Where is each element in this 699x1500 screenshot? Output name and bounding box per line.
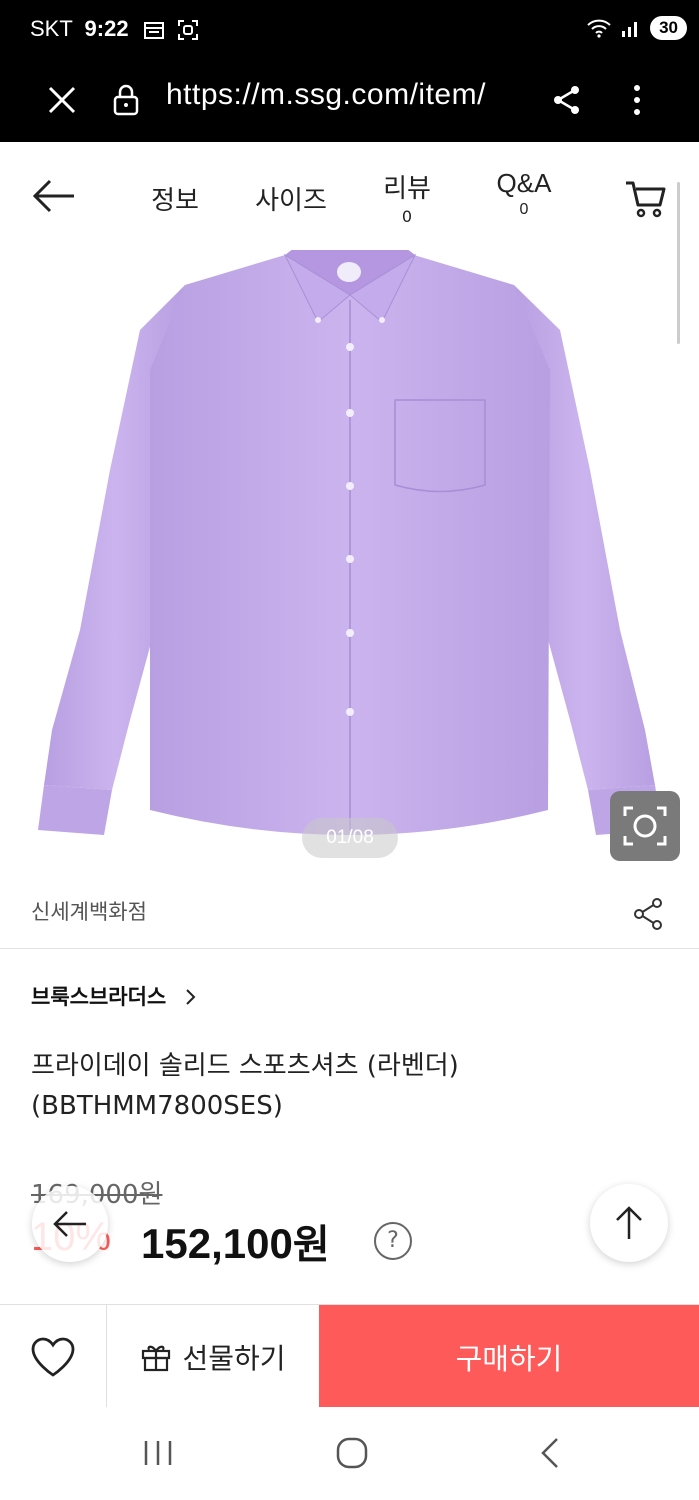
divider — [0, 948, 699, 949]
tab-info[interactable]: 정보 — [140, 180, 210, 217]
recent-apps-button[interactable] — [128, 1429, 188, 1477]
price-info-button[interactable]: ? — [374, 1222, 412, 1260]
system-navigation-bar — [0, 1407, 699, 1500]
signal-icon — [622, 22, 638, 37]
tab-review-label: 리뷰 — [383, 174, 431, 204]
page-scrollbar[interactable] — [677, 182, 680, 344]
image-pager: 01/08 — [302, 818, 398, 858]
share-page-button[interactable] — [543, 76, 591, 124]
camera-scan-icon — [623, 806, 667, 846]
gift-label: 선물하기 — [182, 1341, 286, 1375]
cart-button[interactable] — [618, 174, 674, 224]
scroll-to-top-button[interactable] — [590, 1184, 668, 1262]
tab-info-label: 정보 — [151, 186, 199, 216]
time: 9:22 — [84, 16, 129, 41]
bottom-action-bar: 선물하기 구매하기 — [0, 1304, 699, 1408]
floating-back-button[interactable] — [32, 1186, 108, 1262]
browser-menu-button[interactable] — [617, 76, 657, 124]
arrow-left-icon — [53, 1211, 86, 1237]
brand-name: 브룩스브라더스 — [31, 985, 167, 1009]
tab-qna[interactable]: Q&A 0 — [484, 168, 564, 219]
product-shirt-image — [38, 250, 662, 835]
status-carrier-time: SKT 9:22 — [30, 16, 129, 42]
browser-url-bar: https://m.ssg.com/item/ — [0, 58, 699, 142]
chevron-left-icon — [541, 1438, 558, 1468]
home-button[interactable] — [322, 1429, 382, 1477]
sale-price-number: 152,100 — [141, 1220, 293, 1267]
tab-review-count: 0 — [401, 207, 413, 226]
image-search-button[interactable] — [610, 791, 680, 861]
product-image-gallery[interactable] — [0, 250, 699, 878]
product-title: 프라이데이 솔리드 스포츠셔츠 (라벤더) (BBTHMM7800SES) — [31, 1051, 459, 1121]
buy-label: 구매하기 — [455, 1341, 563, 1376]
tab-size-label: 사이즈 — [255, 186, 327, 216]
gift-button[interactable]: 선물하기 — [107, 1305, 319, 1408]
status-bar: SKT 9:22 30 — [0, 0, 699, 58]
chevron-right-icon — [185, 989, 195, 1005]
calendar-icon — [144, 22, 164, 39]
wishlist-button[interactable] — [0, 1305, 107, 1408]
close-icon — [48, 86, 76, 114]
share-icon — [554, 86, 579, 114]
sale-price: 152,100원 — [141, 1212, 330, 1270]
recent-apps-icon — [144, 1441, 172, 1465]
tab-qna-count: 0 — [519, 201, 529, 218]
more-vertical-icon — [634, 85, 640, 115]
lock-icon — [113, 84, 139, 116]
gift-icon — [142, 1345, 171, 1371]
wifi-icon — [587, 19, 611, 38]
url-text[interactable]: https://m.ssg.com/item/ — [166, 78, 486, 112]
arrow-left-icon — [32, 179, 74, 213]
arrow-up-icon — [616, 1206, 642, 1239]
brand-link[interactable]: 브룩스브라더스 — [31, 981, 198, 1011]
seller-name[interactable]: 신세계백화점 — [31, 896, 147, 926]
system-back-button[interactable] — [520, 1429, 580, 1477]
home-icon — [336, 1437, 368, 1469]
site-info-button[interactable] — [104, 76, 148, 124]
cart-icon — [626, 181, 666, 218]
back-button[interactable] — [24, 168, 84, 224]
screenshot-icon — [178, 20, 198, 40]
tab-qna-label: Q&A — [496, 168, 552, 198]
question-icon: ? — [387, 1228, 399, 1253]
carrier: SKT — [30, 16, 73, 41]
tab-review[interactable]: 리뷰 0 — [372, 168, 442, 226]
sale-price-unit: 원 — [292, 1223, 330, 1267]
battery-indicator: 30 — [650, 16, 687, 40]
buy-button[interactable]: 구매하기 — [319, 1305, 699, 1408]
heart-icon — [31, 1337, 75, 1377]
close-tab-button[interactable] — [38, 76, 86, 124]
product-nav: 정보 사이즈 리뷰 0 Q&A 0 — [0, 142, 699, 250]
share-product-button[interactable] — [628, 894, 668, 934]
tab-size[interactable]: 사이즈 — [242, 180, 340, 217]
share-icon — [634, 898, 662, 930]
